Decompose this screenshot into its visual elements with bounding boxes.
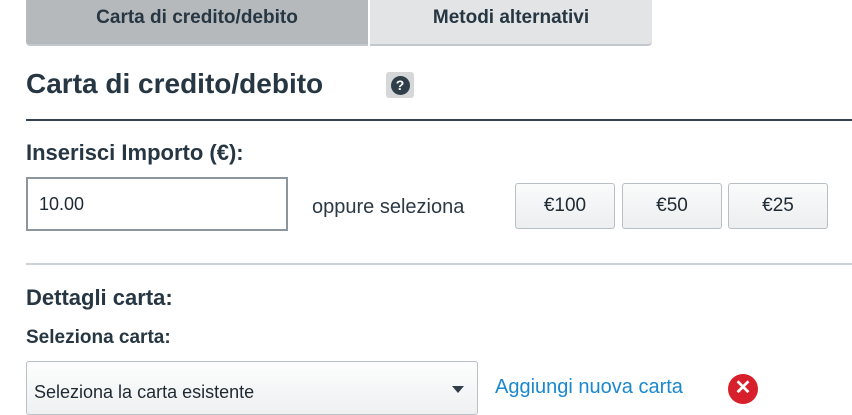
card-details-label: Dettagli carta:: [26, 285, 173, 310]
amount-50-button[interactable]: €50: [622, 183, 722, 229]
card-select[interactable]: Seleziona la carta esistente: [26, 361, 478, 415]
amount-divider: [26, 263, 852, 265]
help-icon[interactable]: ?: [386, 72, 414, 98]
amount-label: Inserisci Importo (€):: [26, 140, 244, 165]
amount-input[interactable]: 10.00: [26, 177, 288, 231]
section-title: Carta di credito/debito: [26, 68, 324, 99]
amount-25-button[interactable]: €25: [728, 183, 828, 229]
select-card-label: Seleziona carta:: [26, 327, 171, 348]
or-select-text: oppure seleziona: [312, 196, 465, 218]
tab-credit-debit-card[interactable]: Carta di credito/debito: [26, 0, 368, 46]
dropdown-arrow-icon[interactable]: [452, 386, 464, 393]
payment-tabs: Carta di credito/debito Metodi alternati…: [26, 0, 652, 46]
amount-100-button[interactable]: €100: [515, 183, 615, 229]
tab-alternative-methods[interactable]: Metodi alternativi: [370, 0, 652, 46]
section-divider: [26, 119, 852, 121]
add-new-card-link[interactable]: Aggiungi nuova carta: [495, 376, 683, 399]
help-icon-glyph: ?: [390, 75, 410, 95]
